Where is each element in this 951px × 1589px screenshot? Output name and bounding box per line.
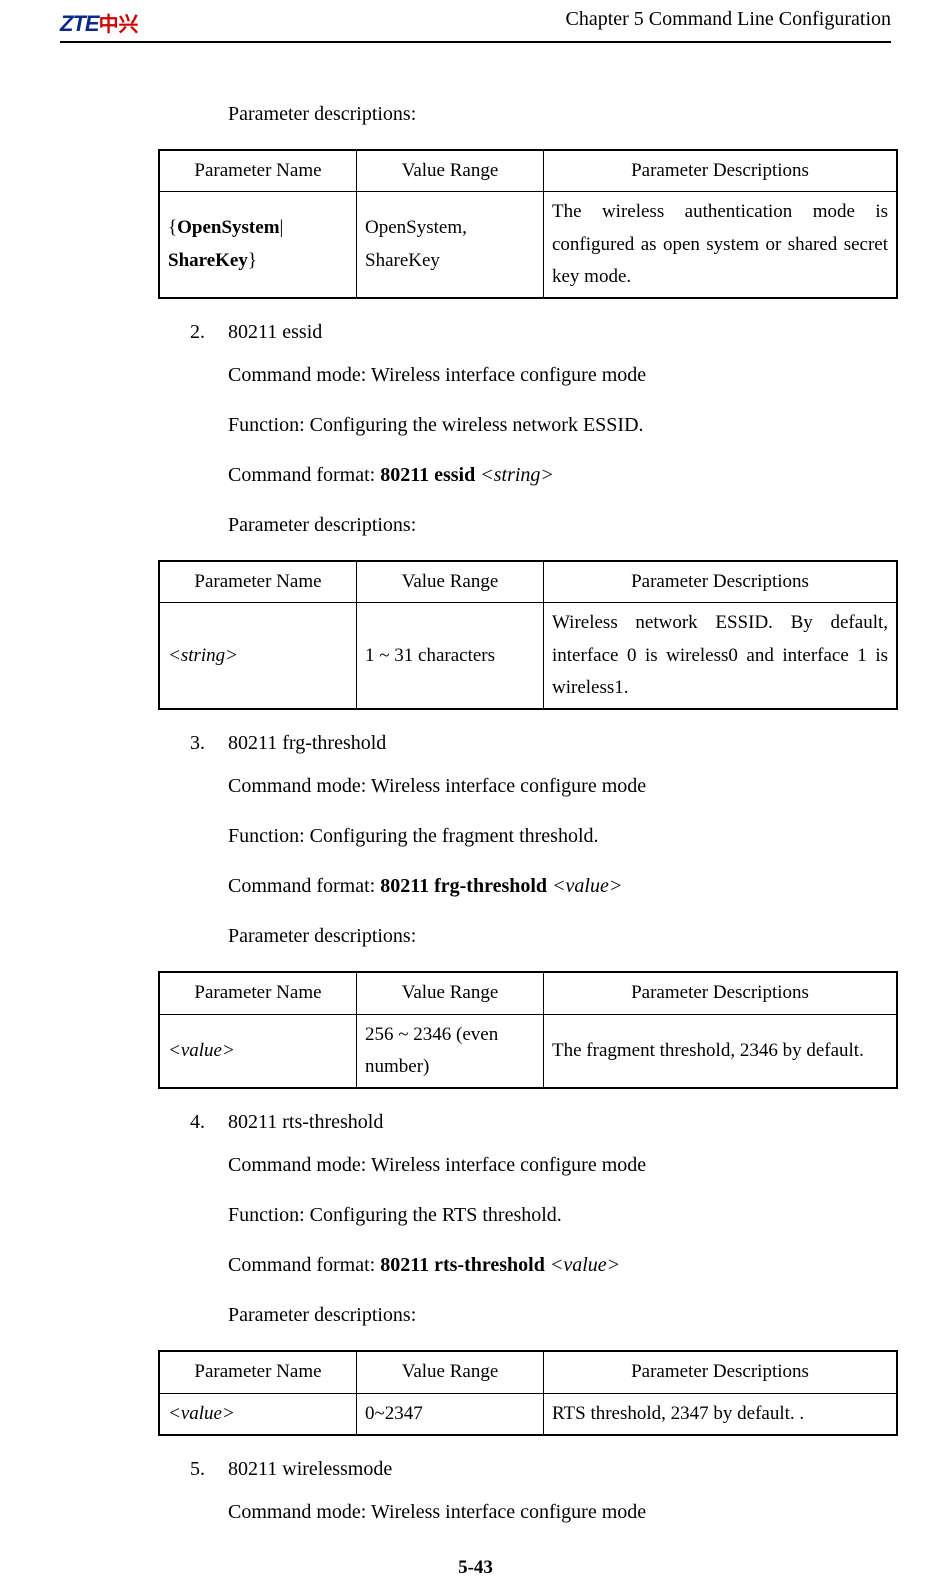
param-desc-label: Parameter descriptions:	[228, 921, 891, 951]
cell-range: 256 ~ 2346 (even number)	[357, 1014, 544, 1088]
param-table-frg: Parameter Name Value Range Parameter Des…	[158, 971, 898, 1089]
command-format: Command format: 80211 rts-threshold <val…	[228, 1250, 891, 1280]
cell-name: <string>	[159, 603, 357, 709]
cell-desc: Wireless network ESSID. By default, inte…	[544, 603, 898, 709]
list-title: 80211 wirelessmode	[228, 1458, 891, 1481]
table-row: <value> 0~2347 RTS threshold, 2347 by de…	[159, 1393, 897, 1435]
intro-paragraph: Parameter descriptions:	[228, 99, 891, 129]
th-range: Value Range	[357, 150, 544, 192]
th-name: Parameter Name	[159, 150, 357, 192]
list-title: 80211 essid	[228, 321, 891, 344]
logo: ZTE中兴	[60, 8, 139, 37]
header-rule	[60, 41, 891, 43]
th-desc: Parameter Descriptions	[544, 972, 898, 1014]
logo-en: ZTE	[60, 11, 99, 36]
content: Parameter descriptions: Parameter Name V…	[60, 99, 891, 1527]
function: Function: Configuring the wireless netwo…	[228, 410, 891, 440]
cell-desc: The fragment threshold, 2346 by default.	[544, 1014, 898, 1088]
cell-range: 0~2347	[357, 1393, 544, 1435]
page: ZTE中兴 Chapter 5 Command Line Configurati…	[0, 8, 951, 1579]
param-desc-label: Parameter descriptions:	[228, 510, 891, 540]
cell-name: <value>	[159, 1393, 357, 1435]
function: Function: Configuring the fragment thres…	[228, 821, 891, 851]
section-frg: 3. 80211 frg-threshold	[190, 732, 891, 755]
th-range: Value Range	[357, 1351, 544, 1393]
section-rts: 4. 80211 rts-threshold	[190, 1111, 891, 1134]
th-name: Parameter Name	[159, 1351, 357, 1393]
table-row: <value> 256 ~ 2346 (even number) The fra…	[159, 1014, 897, 1088]
th-desc: Parameter Descriptions	[544, 1351, 898, 1393]
cell-desc: The wireless authentication mode is conf…	[544, 192, 898, 298]
table-row: {OpenSystem| ShareKey} OpenSystem, Share…	[159, 192, 897, 298]
param-desc-label: Parameter descriptions:	[228, 1300, 891, 1330]
list-title: 80211 frg-threshold	[228, 732, 891, 755]
command-mode: Command mode: Wireless interface configu…	[228, 1150, 891, 1180]
cell-name: {OpenSystem| ShareKey}	[159, 192, 357, 298]
list-number: 2.	[190, 321, 228, 344]
command-mode: Command mode: Wireless interface configu…	[228, 1497, 891, 1527]
section-wirelessmode: 5. 80211 wirelessmode	[190, 1458, 891, 1481]
page-number: 5-43	[60, 1557, 891, 1579]
command-format: Command format: 80211 frg-threshold <val…	[228, 871, 891, 901]
cell-desc: RTS threshold, 2347 by default. .	[544, 1393, 898, 1435]
list-title: 80211 rts-threshold	[228, 1111, 891, 1134]
th-name: Parameter Name	[159, 972, 357, 1014]
param-table-auth: Parameter Name Value Range Parameter Des…	[158, 149, 898, 299]
th-name: Parameter Name	[159, 561, 357, 603]
param-table-rts: Parameter Name Value Range Parameter Des…	[158, 1350, 898, 1436]
th-range: Value Range	[357, 972, 544, 1014]
th-desc: Parameter Descriptions	[544, 561, 898, 603]
list-number: 5.	[190, 1458, 228, 1481]
command-mode: Command mode: Wireless interface configu…	[228, 360, 891, 390]
command-format: Command format: 80211 essid <string>	[228, 460, 891, 490]
param-table-essid: Parameter Name Value Range Parameter Des…	[158, 560, 898, 710]
section-essid: 2. 80211 essid	[190, 321, 891, 344]
cell-range: 1 ~ 31 characters	[357, 603, 544, 709]
table-row: <string> 1 ~ 31 characters Wireless netw…	[159, 603, 897, 709]
list-number: 3.	[190, 732, 228, 755]
command-mode: Command mode: Wireless interface configu…	[228, 771, 891, 801]
th-desc: Parameter Descriptions	[544, 150, 898, 192]
chapter-title: Chapter 5 Command Line Configuration	[566, 8, 892, 31]
th-range: Value Range	[357, 561, 544, 603]
cell-range: OpenSystem, ShareKey	[357, 192, 544, 298]
logo-cn: 中兴	[99, 14, 139, 36]
list-number: 4.	[190, 1111, 228, 1134]
cell-name: <value>	[159, 1014, 357, 1088]
function: Function: Configuring the RTS threshold.	[228, 1200, 891, 1230]
page-header: ZTE中兴 Chapter 5 Command Line Configurati…	[60, 8, 891, 37]
